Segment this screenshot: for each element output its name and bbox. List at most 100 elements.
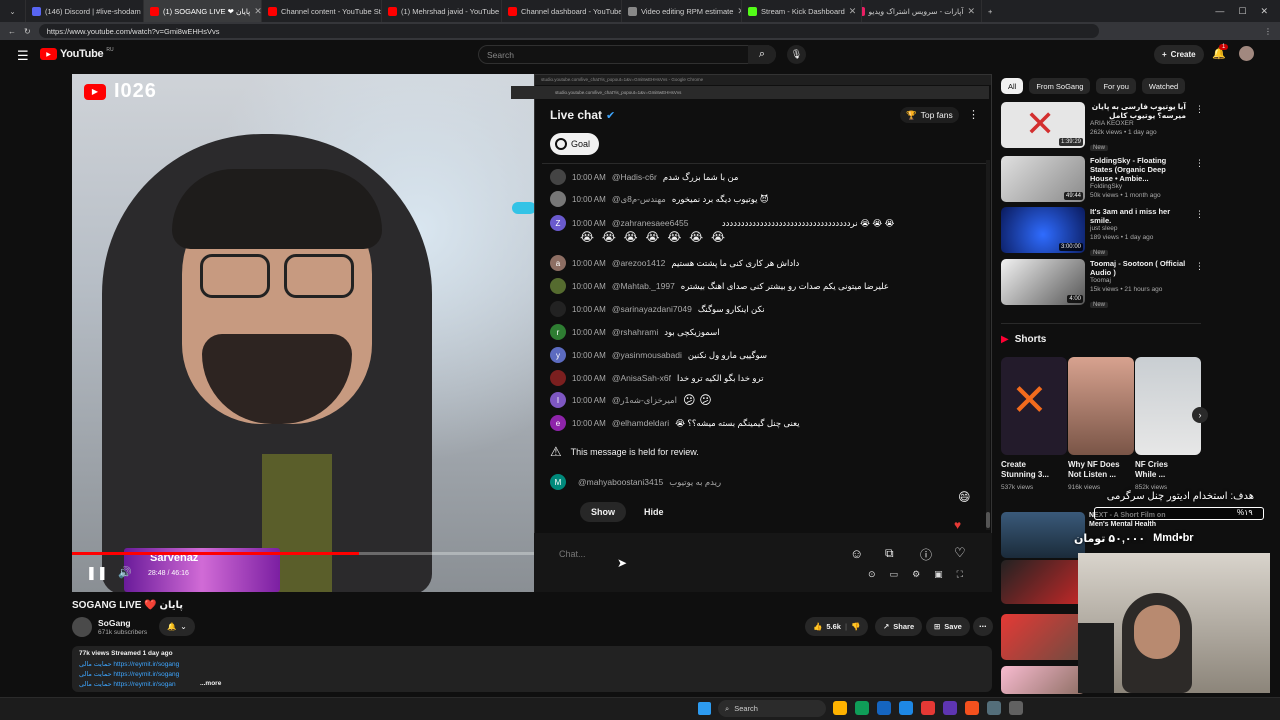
- miniplayer-icon[interactable]: ▣: [934, 569, 943, 580]
- windows-start-icon[interactable]: [698, 702, 711, 715]
- thumbs-down-icon[interactable]: 👎: [851, 622, 860, 631]
- chip-from-channel[interactable]: From SoGang: [1029, 78, 1091, 94]
- pause-button[interactable]: ❚❚: [86, 565, 108, 581]
- app-icon[interactable]: [943, 701, 957, 715]
- description-line[interactable]: حمایت مالی https://reymit.ir/sogan: [79, 680, 176, 688]
- emoji-icon[interactable]: ☺: [850, 546, 863, 561]
- chat-message[interactable]: 10:00 AM @AnisaSah-x6f ترو خدا بگو الکیه ت…: [550, 370, 764, 386]
- short-title[interactable]: Create Stunning 3...: [1001, 460, 1055, 480]
- description-line[interactable]: حمایت مالی https://reymit.ir/sogang: [79, 660, 179, 668]
- recommended-video[interactable]: 3:00:00 It's 3am and i miss her smile. ju…: [1001, 207, 1186, 257]
- progress-bar[interactable]: [72, 552, 534, 555]
- chip-all[interactable]: All: [1001, 78, 1024, 94]
- chat-scrollbar[interactable]: [986, 160, 990, 530]
- channel-name[interactable]: SoGang: [98, 618, 131, 628]
- video-thumbnail[interactable]: 3:00:00: [1001, 207, 1085, 253]
- chat-message[interactable]: y 10:00 AM @yasinmousabadi سوگییی مارو ول ن…: [550, 347, 767, 363]
- settings-icon[interactable]: ⚙: [912, 569, 920, 580]
- file-explorer-icon[interactable]: [833, 701, 847, 715]
- subtitles-icon[interactable]: ▭: [890, 569, 899, 580]
- chip-watched[interactable]: Watched: [1141, 78, 1186, 94]
- short-thumbnail[interactable]: [1135, 357, 1201, 455]
- goal-button[interactable]: Goal: [550, 133, 600, 155]
- chat-message[interactable]: Z 10:00 AM @zahranesaee6455 😭 😭 😭 نرددددددد…: [550, 215, 895, 231]
- recommended-video[interactable]: 49:44 FoldingSky - Floating States (Orga…: [1001, 156, 1186, 202]
- close-icon[interactable]: ✕: [967, 6, 975, 17]
- browser-tab[interactable]: Channel content - YouTube Studi...✕: [262, 0, 382, 22]
- tab-list-button[interactable]: ⌄: [0, 0, 26, 22]
- show-button[interactable]: Show: [580, 502, 626, 522]
- share-button[interactable]: ↗ Share: [875, 617, 923, 636]
- video-thumbnail[interactable]: [1001, 614, 1085, 660]
- like-button[interactable]: 👍 5.6k | 👎: [805, 617, 869, 636]
- menu-icon[interactable]: ☰: [17, 48, 29, 64]
- reload-icon[interactable]: ↻: [24, 27, 31, 36]
- subscribe-bell-button[interactable]: 🔔 ⌄: [159, 617, 195, 636]
- video-thumbnail[interactable]: ✕ 1:39:29: [1001, 102, 1085, 148]
- search-input[interactable]: Search: [478, 45, 776, 64]
- chat-message[interactable]: 10:00 AM @مهندس-م8ی 😈 یوتیوب دیگه برد نمیخ…: [550, 191, 769, 207]
- browser-tab[interactable]: Video editing RPM estimate✕: [622, 0, 742, 22]
- video-thumbnail[interactable]: 4:00: [1001, 259, 1085, 305]
- show-more-button[interactable]: ...more: [200, 680, 221, 687]
- taskbar-search[interactable]: ⌕ Search: [718, 700, 826, 717]
- app-icon[interactable]: [1009, 701, 1023, 715]
- video-thumbnail[interactable]: [1001, 666, 1085, 694]
- chrome-icon[interactable]: [965, 701, 979, 715]
- new-tab-button[interactable]: +: [982, 0, 1002, 22]
- short-title[interactable]: Why NF Does Not Listen ...: [1068, 460, 1122, 480]
- short-thumbnail[interactable]: [1068, 357, 1134, 455]
- browser-tab-active[interactable]: (1) SOGANG LIVE ❤ پایان ✕: [144, 0, 262, 22]
- more-options-icon[interactable]: ⋮: [1195, 261, 1204, 272]
- browser-tab[interactable]: Stream - Kick Dashboard ✕: [742, 0, 862, 22]
- extensions-icon[interactable]: ⋮: [1264, 27, 1272, 36]
- description-line[interactable]: حمایت مالی https://reymit.ir/sogang: [79, 670, 179, 678]
- super-chat-icon[interactable]: ⧉: [885, 546, 894, 561]
- chat-message[interactable]: I 10:00 AM @امیرخزای-شه1ر 😕 😕: [550, 392, 712, 408]
- chat-message[interactable]: e 10:00 AM @elhamdeldari یعنی چنل گیمینگم ب…: [550, 415, 800, 431]
- browser-tab[interactable]: Channel dashboard - YouTube St...✕: [502, 0, 622, 22]
- popout-address-bar[interactable]: studio.youtube.com/live_chat?is_popout=1…: [511, 86, 989, 99]
- browser-tab[interactable]: (1) Mehrshad javid - YouTube✕: [382, 0, 502, 22]
- youtube-logo[interactable]: ▶ YouTube RU: [40, 47, 114, 60]
- more-options-icon[interactable]: ⋮: [1195, 158, 1204, 169]
- address-bar[interactable]: https://www.youtube.com/watch?v=Gmi8wEHH…: [38, 24, 1099, 38]
- short-title[interactable]: NF Cries While ...: [1135, 460, 1189, 480]
- chat-message[interactable]: r 10:00 AM @rshahrami اسموزیکچی بود: [550, 324, 720, 340]
- heart-icon[interactable]: ♡: [954, 545, 966, 561]
- app-icon[interactable]: [877, 701, 891, 715]
- chat-message[interactable]: a 10:00 AM @arezoo1412 داداش هر کاری کنی ما…: [550, 255, 799, 271]
- recommended-video[interactable]: 4:00 Toomaj - Sootoon ( Official Audio )…: [1001, 259, 1186, 309]
- avatar[interactable]: [1239, 46, 1254, 61]
- volume-icon[interactable]: 🔊: [118, 566, 132, 579]
- create-button[interactable]: + Create: [1154, 45, 1204, 64]
- channel-avatar[interactable]: [72, 617, 92, 637]
- chip-for-you[interactable]: For you: [1096, 78, 1136, 94]
- minimize-icon[interactable]: —: [1215, 6, 1224, 17]
- video-thumbnail[interactable]: [1001, 512, 1085, 558]
- app-icon[interactable]: [987, 701, 1001, 715]
- video-thumbnail[interactable]: 49:44: [1001, 156, 1085, 202]
- info-icon[interactable]: ⓘ: [920, 546, 932, 563]
- back-icon[interactable]: ←: [8, 27, 16, 36]
- chat-message[interactable]: 10:00 AM @Mahtab._1997 علیرضا میتونی یکم ص…: [550, 278, 889, 294]
- video-player[interactable]: ▶ I026 Sarvenaz ❚❚ 🔊 28:48 / 46:16: [72, 74, 534, 592]
- edge-icon[interactable]: [855, 701, 869, 715]
- close-icon[interactable]: ✕: [254, 6, 261, 17]
- next-arrow-button[interactable]: ›: [1192, 407, 1208, 423]
- more-options-icon[interactable]: ⋮: [968, 108, 979, 121]
- recommended-video[interactable]: ✕ 1:39:29 آیا یوتیوب فارسی به پایان میرسه…: [1001, 102, 1186, 152]
- scrollbar-thumb[interactable]: [986, 512, 990, 528]
- fullscreen-icon[interactable]: ⛶: [957, 569, 963, 580]
- chat-input[interactable]: Chat...: [553, 544, 843, 564]
- steam-icon[interactable]: [899, 701, 913, 715]
- held-chat-message[interactable]: M @mahyaboostani3415 ریدم به یوتیوب: [550, 474, 721, 490]
- app-icon[interactable]: [921, 701, 935, 715]
- browser-tab[interactable]: (146) Discord | #live-shodam | b...✕: [26, 0, 144, 22]
- short-thumbnail[interactable]: ✕: [1001, 357, 1067, 455]
- close-icon[interactable]: ✕: [849, 6, 857, 17]
- save-button[interactable]: ⊞ Save: [926, 617, 970, 636]
- chat-message[interactable]: 10:00 AM @sarinayazdani7049 نکن اینکارو سو…: [550, 301, 765, 317]
- more-options-icon[interactable]: ⋮: [1195, 104, 1204, 115]
- more-options-icon[interactable]: ⋮: [1195, 209, 1204, 220]
